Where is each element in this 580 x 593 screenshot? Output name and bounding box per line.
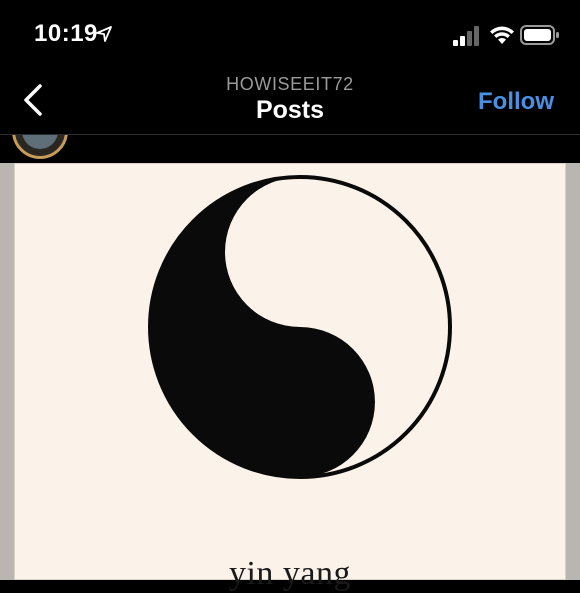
nav-bar: HOWISEEIT72 Posts Follow [0, 68, 580, 134]
avatar-image [22, 135, 58, 149]
location-arrow-icon [96, 26, 112, 42]
status-time: 10:19 [34, 20, 98, 47]
post-image[interactable]: yin yang [0, 163, 580, 592]
status-bar: 10:19 [0, 0, 580, 68]
post-header [0, 135, 580, 163]
post-caption: yin yang [228, 555, 352, 592]
yin-yang-symbol [148, 175, 452, 479]
post-image-paper: yin yang [14, 163, 566, 592]
avatar[interactable] [12, 135, 68, 159]
wifi-icon [490, 26, 514, 44]
signal-icon [453, 26, 479, 46]
battery-icon [520, 25, 559, 45]
follow-button[interactable]: Follow [478, 88, 554, 116]
